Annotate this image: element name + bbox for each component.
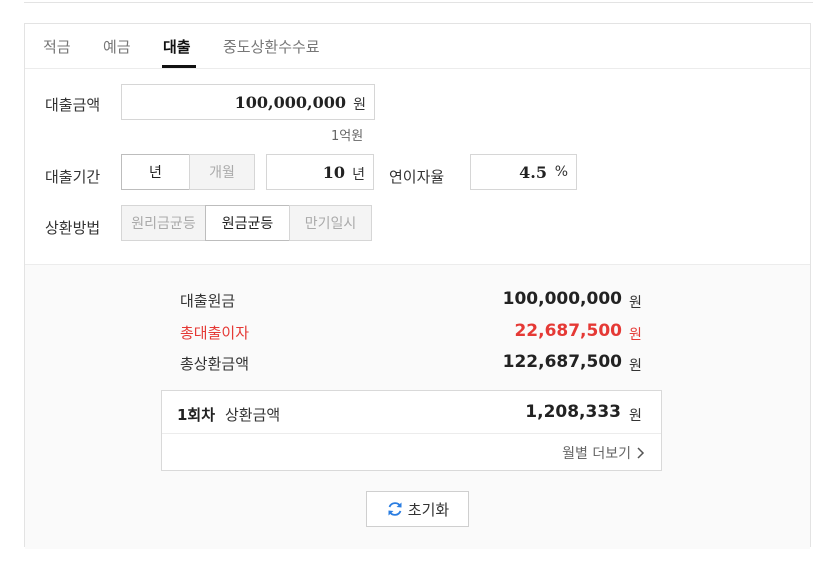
principal-value: 100,000,000: [502, 289, 622, 309]
loan-period-unit: 년: [352, 167, 365, 183]
interest-rate-field: %: [470, 154, 577, 190]
refresh-icon: [388, 502, 402, 516]
first-payment-row: 1회차 상환금액 1,208,333 원: [162, 391, 661, 434]
tab-loan[interactable]: 대출: [163, 36, 191, 57]
first-payment-box: 1회차 상환금액 1,208,333 원 월별 더보기: [161, 390, 662, 471]
total-repayment-label: 총상환금액: [180, 355, 250, 373]
repayment-method-label: 상환방법: [45, 219, 101, 237]
period-unit-year-button[interactable]: 년: [121, 154, 190, 190]
loan-amount-field: 원: [121, 84, 375, 120]
principal-label: 대출원금: [180, 292, 236, 310]
method-equal-payment-button[interactable]: 원리금균등: [121, 205, 206, 241]
interest-rate-label: 연이자율: [389, 168, 445, 186]
loan-amount-hint: 1억원: [331, 129, 364, 144]
method-equal-principal-button[interactable]: 원금균등: [205, 205, 290, 241]
loan-calculator-card: 적금 예금 대출 중도상환수수료 대출금액 원 1억원 대출기간 년 개월 년 …: [24, 23, 811, 549]
principal-unit: 원: [629, 295, 642, 311]
active-tab-indicator: [162, 65, 196, 68]
total-interest-value: 22,687,500: [514, 321, 622, 341]
reset-button[interactable]: 초기화: [366, 491, 469, 527]
reset-label: 초기화: [407, 500, 450, 519]
calculator-tabs: 적금 예금 대출 중도상환수수료: [25, 24, 810, 69]
loan-period-input[interactable]: [273, 155, 345, 189]
method-bullet-button[interactable]: 만기일시: [289, 205, 372, 241]
first-payment-unit: 원: [629, 408, 642, 424]
tab-deposit[interactable]: 예금: [103, 36, 131, 57]
total-repayment-unit: 원: [629, 358, 642, 374]
monthly-more-link[interactable]: 월별 더보기: [562, 443, 645, 463]
period-unit-month-button[interactable]: 개월: [189, 154, 255, 190]
monthly-more-label: 월별 더보기: [562, 446, 631, 462]
loan-period-label: 대출기간: [45, 168, 101, 186]
top-divider: [24, 0, 813, 3]
chevron-right-icon: [637, 447, 645, 459]
loan-amount-input[interactable]: [130, 85, 346, 119]
total-repayment-value: 122,687,500: [502, 352, 622, 372]
first-payment-label: 상환금액: [225, 406, 281, 424]
first-payment-value: 1,208,333: [525, 402, 621, 422]
loan-amount-label: 대출금액: [45, 96, 101, 114]
interest-rate-unit: %: [554, 164, 568, 180]
first-installment-label: 1회차: [177, 406, 216, 424]
total-interest-label: 총대출이자: [180, 324, 250, 342]
loan-amount-unit: 원: [353, 97, 366, 113]
loan-period-field: 년: [266, 154, 374, 190]
total-interest-unit: 원: [629, 327, 642, 343]
tab-savings[interactable]: 적금: [43, 36, 71, 57]
tab-prepayment-fee[interactable]: 중도상환수수료: [223, 36, 320, 57]
interest-rate-input[interactable]: [477, 155, 547, 189]
